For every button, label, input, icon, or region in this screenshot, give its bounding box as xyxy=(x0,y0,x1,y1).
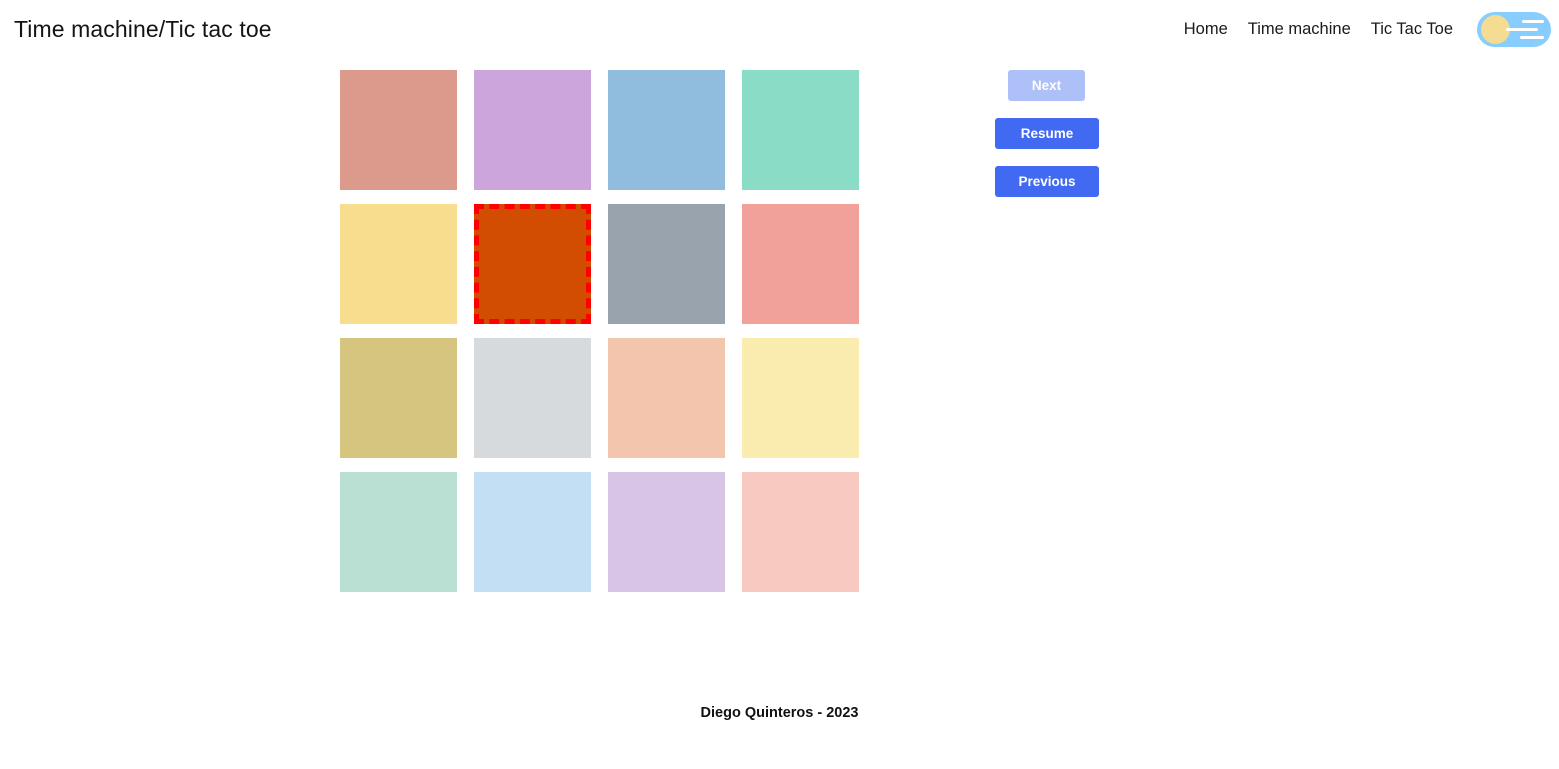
board-cell-14[interactable] xyxy=(608,472,725,592)
board-cell-10[interactable] xyxy=(608,338,725,458)
board-cell-4[interactable] xyxy=(340,204,457,324)
sun-rays-icon xyxy=(1506,19,1544,40)
top-bar: Time machine/Tic tac toe Home Time machi… xyxy=(0,0,1559,58)
board-cell-15[interactable] xyxy=(742,472,859,592)
nav-link-tic-tac-toe[interactable]: Tic Tac Toe xyxy=(1371,18,1453,41)
board-cell-9[interactable] xyxy=(474,338,591,458)
previous-button[interactable]: Previous xyxy=(995,166,1099,197)
board-cell-1[interactable] xyxy=(474,70,591,190)
nav-link-home[interactable]: Home xyxy=(1184,18,1228,41)
game-stage: Next Resume Previous xyxy=(0,58,1559,708)
color-grid-board xyxy=(340,70,859,592)
next-button[interactable]: Next xyxy=(1008,70,1085,101)
board-cell-5-selected[interactable] xyxy=(474,204,591,324)
board-cell-3[interactable] xyxy=(742,70,859,190)
theme-toggle[interactable] xyxy=(1477,11,1551,47)
board-cell-0[interactable] xyxy=(340,70,457,190)
nav-link-time-machine[interactable]: Time machine xyxy=(1248,18,1351,41)
board-cell-2[interactable] xyxy=(608,70,725,190)
board-cell-7[interactable] xyxy=(742,204,859,324)
board-cell-12[interactable] xyxy=(340,472,457,592)
board-cell-6[interactable] xyxy=(608,204,725,324)
page-title: Time machine/Tic tac toe xyxy=(14,15,272,42)
footer-credit: Diego Quinteros - 2023 xyxy=(700,705,859,721)
board-cell-13[interactable] xyxy=(474,472,591,592)
board-cell-8[interactable] xyxy=(340,338,457,458)
time-travel-controls: Next Resume Previous xyxy=(995,70,1105,197)
board-cell-11[interactable] xyxy=(742,338,859,458)
resume-button[interactable]: Resume xyxy=(995,118,1099,149)
main-navigation: Home Time machine Tic Tac Toe xyxy=(1184,11,1551,47)
